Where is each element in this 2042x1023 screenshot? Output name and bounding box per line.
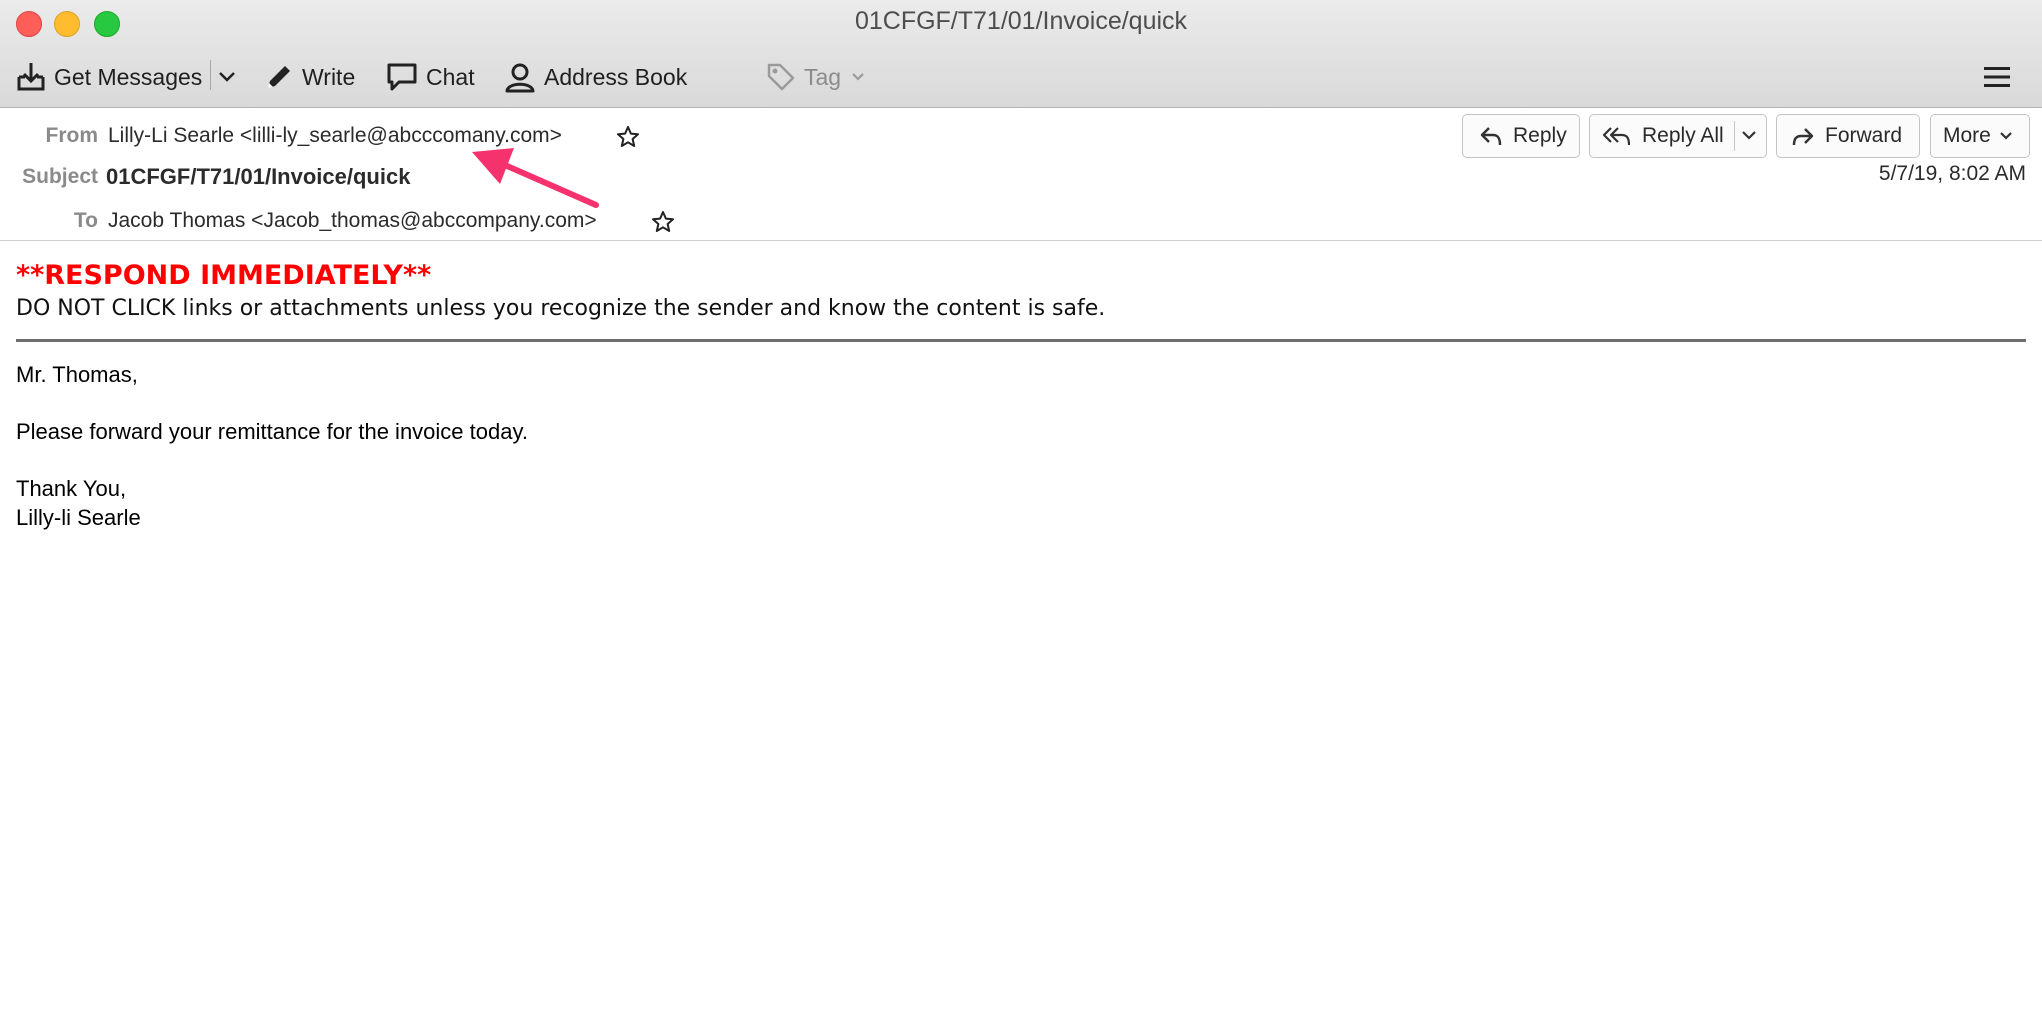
reply-button[interactable]: Reply [1462, 114, 1580, 158]
more-button[interactable]: More [1930, 114, 2030, 158]
star-contact-icon[interactable] [616, 125, 640, 149]
chevron-down-icon [2000, 132, 2012, 140]
chevron-down-icon [219, 72, 235, 82]
header-divider [0, 240, 2042, 241]
message-date: 5/7/19, 8:02 AM [1878, 162, 2026, 185]
to-label: To [73, 209, 98, 232]
tag-button[interactable]: Tag [766, 56, 865, 98]
chat-button[interactable]: Chat [386, 56, 475, 98]
subject-label: Subject [22, 165, 98, 188]
warning-banner-text: DO NOT CLICK links or attachments unless… [16, 296, 1106, 321]
main-toolbar: Get Messages Write Chat Address Book Tag [0, 56, 2042, 98]
app-menu-button[interactable] [1984, 56, 2010, 98]
get-messages-button[interactable]: Get Messages [16, 56, 202, 98]
write-button[interactable]: Write [264, 56, 355, 98]
chevron-down-icon[interactable] [1741, 130, 1757, 142]
forward-button[interactable]: Forward [1776, 114, 1920, 158]
star-contact-icon[interactable] [651, 210, 675, 234]
from-label: From [45, 124, 99, 147]
window-title: 01CFGF/T71/01/Invoice/quick [854, 7, 1188, 35]
download-tray-icon [17, 63, 45, 91]
message-greeting: Mr. Thomas, [16, 362, 138, 387]
reply-arrow-icon [1480, 127, 1502, 146]
contact-person-icon [505, 63, 535, 93]
speech-bubble-icon [387, 63, 417, 91]
message-signature: Lilly-li Searle [16, 505, 141, 530]
toolbar-separator [210, 60, 211, 90]
reply-all-arrow-icon [1602, 127, 1631, 146]
reply-all-split-divider [1733, 121, 1735, 151]
pencil-icon [268, 66, 290, 88]
message-closing: Thank You, [16, 476, 127, 501]
tag-icon [767, 63, 795, 91]
hamburger-menu-icon [1984, 67, 2010, 87]
warning-banner-title: **RESPOND IMMEDIATELY** [16, 260, 432, 291]
reply-label: Reply [1513, 124, 1567, 147]
window-titlebar: 01CFGF/T71/01/Invoice/quick Get Messages… [0, 0, 2042, 108]
annotation-arrow-icon [472, 148, 599, 208]
forward-label: Forward [1825, 124, 1903, 147]
write-label: Write [302, 63, 356, 90]
subject-value: 01CFGF/T71/01/Invoice/quick [106, 164, 411, 189]
address-book-label: Address Book [544, 63, 688, 90]
banner-rule [16, 339, 2026, 342]
reply-all-button[interactable]: Reply All [1589, 114, 1767, 158]
tag-label: Tag [804, 63, 842, 90]
chat-label: Chat [426, 63, 475, 90]
chevron-down-icon [852, 73, 864, 81]
address-book-button[interactable]: Address Book [504, 56, 687, 98]
reply-all-label: Reply All [1642, 124, 1724, 147]
more-label: More [1943, 124, 1991, 147]
message-body: Please forward your remittance for the i… [16, 419, 528, 444]
forward-arrow-icon [1792, 128, 1814, 146]
get-messages-dropdown[interactable] [218, 56, 236, 98]
get-messages-label: Get Messages [54, 63, 203, 90]
